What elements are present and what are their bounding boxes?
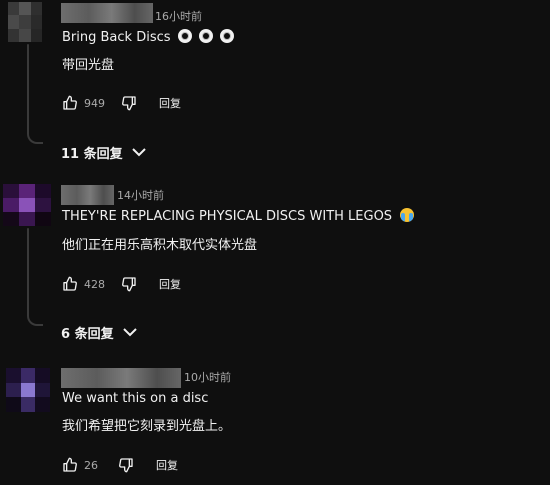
disc-emoji-icon xyxy=(177,29,192,43)
like-count: 26 xyxy=(84,458,98,472)
view-replies-button[interactable]: 6 条回复 xyxy=(61,322,138,342)
avatar[interactable] xyxy=(3,184,51,226)
comment-actions: 26 回复 xyxy=(60,453,178,477)
like-count: 949 xyxy=(84,96,105,110)
comment-body: Bring Back Discs xyxy=(62,30,171,45)
comment-text: Bring Back Discs xyxy=(62,29,234,47)
thread-connector xyxy=(27,44,29,130)
reply-button[interactable]: 回复 xyxy=(159,95,181,111)
thread-connector xyxy=(27,228,29,312)
avatar[interactable] xyxy=(8,2,42,42)
disc-emoji-icon xyxy=(219,29,234,43)
comment-translation: 带回光盘 xyxy=(62,58,115,73)
thread-connector-curve xyxy=(27,310,43,326)
replies-count-label: 6 条回复 xyxy=(61,326,114,342)
like-count: 428 xyxy=(84,277,105,291)
reply-button[interactable]: 回复 xyxy=(156,457,178,473)
comment-translation: 我们希望把它刻录到光盘上。 xyxy=(62,419,232,434)
comment-actions: 428 回复 xyxy=(60,272,181,296)
username-redacted[interactable] xyxy=(61,368,181,388)
comment-translation: 他们正在用乐高积木取代实体光盘 xyxy=(62,238,258,253)
username-redacted[interactable] xyxy=(61,3,153,23)
chevron-down-icon xyxy=(122,327,138,337)
username-redacted[interactable] xyxy=(61,185,114,205)
comment-text: THEY'RE REPLACING PHYSICAL DISCS WITH LE… xyxy=(62,208,415,226)
thumbs-up-icon[interactable] xyxy=(60,93,80,113)
comment-timestamp[interactable]: 14小时前 xyxy=(117,189,164,203)
thumbs-down-icon[interactable] xyxy=(119,93,139,113)
thumbs-down-icon[interactable] xyxy=(116,455,136,475)
comment-body: THEY'RE REPLACING PHYSICAL DISCS WITH LE… xyxy=(62,209,393,224)
crying-face-emoji-icon xyxy=(400,208,415,222)
thumbs-up-icon[interactable] xyxy=(60,274,80,294)
thumbs-down-icon[interactable] xyxy=(119,274,139,294)
disc-emoji-icon xyxy=(198,29,213,43)
avatar[interactable] xyxy=(6,368,50,412)
replies-count-label: 11 条回复 xyxy=(61,146,123,162)
comment-body: We want this on a disc xyxy=(62,391,209,406)
thumbs-up-icon[interactable] xyxy=(60,455,80,475)
comment-timestamp[interactable]: 10小时前 xyxy=(184,371,231,385)
view-replies-button[interactable]: 11 条回复 xyxy=(61,142,147,162)
chevron-down-icon xyxy=(131,147,147,157)
comment-actions: 949 回复 xyxy=(60,91,181,115)
thread-connector-curve xyxy=(27,128,43,144)
reply-button[interactable]: 回复 xyxy=(159,276,181,292)
comment-timestamp[interactable]: 16小时前 xyxy=(155,10,202,24)
